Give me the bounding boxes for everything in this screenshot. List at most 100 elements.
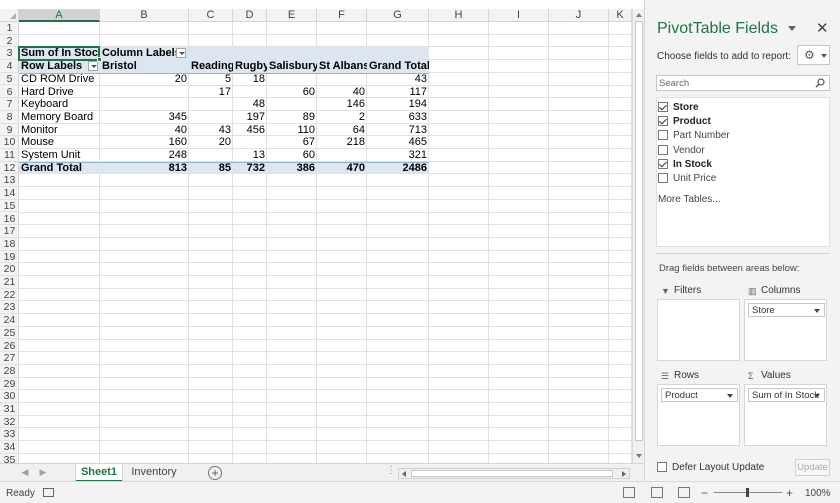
row-header[interactable]: 15 xyxy=(0,200,19,213)
row-header[interactable]: 32 xyxy=(0,416,19,429)
row-header[interactable]: 5 xyxy=(0,73,19,86)
pivot-value-cell[interactable]: 5 xyxy=(189,73,233,86)
row-header[interactable]: 14 xyxy=(0,187,19,200)
column-header[interactable]: J xyxy=(549,9,609,22)
pivot-value-cell[interactable] xyxy=(233,136,267,149)
row-header[interactable]: 8 xyxy=(0,111,19,124)
row-header[interactable]: 10 xyxy=(0,136,19,149)
pivot-row-label[interactable]: Monitor xyxy=(19,124,100,137)
tab-scroll-right-icon[interactable]: ▶ xyxy=(38,467,48,478)
pivot-value-cell[interactable]: 17 xyxy=(189,86,233,99)
pivot-value-cell[interactable] xyxy=(233,86,267,99)
pivot-column-header[interactable]: Bristol xyxy=(100,60,189,73)
horizontal-scroll-thumb[interactable] xyxy=(411,470,613,477)
pivot-column-header[interactable]: Salisbury xyxy=(267,60,317,73)
pivot-column-header[interactable]: Grand Total xyxy=(367,60,429,73)
row-header[interactable]: 34 xyxy=(0,441,19,454)
row-header[interactable]: 30 xyxy=(0,390,19,403)
field-checkbox[interactable] xyxy=(658,173,668,183)
macro-recording-icon[interactable] xyxy=(43,488,54,497)
grand-total-value[interactable]: 85 xyxy=(189,162,233,175)
row-header[interactable]: 3 xyxy=(0,47,19,61)
pivot-value-cell[interactable]: 713 xyxy=(367,124,429,137)
pivot-value-cell[interactable]: 465 xyxy=(367,136,429,149)
row-header[interactable]: 23 xyxy=(0,301,19,315)
pivot-column-header[interactable]: St Albans xyxy=(317,60,367,73)
pivot-value-cell[interactable]: 20 xyxy=(189,136,233,149)
scroll-up-icon[interactable] xyxy=(634,10,644,20)
scroll-right-icon[interactable] xyxy=(620,470,628,478)
chevron-down-icon[interactable] xyxy=(814,309,820,313)
rows-drop-zone[interactable]: Product xyxy=(657,384,740,446)
pivot-value-cell[interactable]: 321 xyxy=(367,149,429,162)
pivot-value-cell[interactable]: 40 xyxy=(100,124,189,137)
row-header[interactable]: 9 xyxy=(0,124,19,137)
field-list-settings-button[interactable]: ⚙ xyxy=(797,45,830,65)
pivot-row-label[interactable]: Keyboard xyxy=(19,98,100,111)
pivot-value-cell[interactable]: 43 xyxy=(367,73,429,86)
field-checkbox[interactable] xyxy=(658,102,668,112)
row-header[interactable]: 21 xyxy=(0,276,19,289)
filters-drop-zone[interactable] xyxy=(657,299,740,361)
select-all-button[interactable] xyxy=(0,9,19,22)
sheet-tab-inventory[interactable]: Inventory xyxy=(126,464,182,482)
search-input[interactable] xyxy=(659,77,811,89)
row-header[interactable]: 31 xyxy=(0,403,19,416)
row-header[interactable]: 35 xyxy=(0,454,19,463)
row-header[interactable]: 28 xyxy=(0,365,19,378)
row-header[interactable]: 13 xyxy=(0,174,19,188)
pivot-value-cell[interactable] xyxy=(317,73,367,86)
pivot-value-cell[interactable]: 20 xyxy=(100,73,189,86)
row-header[interactable]: 17 xyxy=(0,225,19,238)
pivot-value-cell[interactable]: 18 xyxy=(233,73,267,86)
pivot-value-cell[interactable]: 64 xyxy=(317,124,367,137)
pivot-value-cell[interactable] xyxy=(189,149,233,162)
pivot-value-cell[interactable]: 40 xyxy=(317,86,367,99)
pivot-value-cell[interactable]: 48 xyxy=(233,98,267,111)
grand-total-value[interactable]: 813 xyxy=(100,162,189,175)
pivot-value-cell[interactable]: 194 xyxy=(367,98,429,111)
field-item[interactable]: Unit Price xyxy=(658,172,828,185)
pivot-value-cell[interactable]: 117 xyxy=(367,86,429,99)
column-header[interactable]: K xyxy=(609,9,632,22)
row-header[interactable]: 19 xyxy=(0,251,19,264)
values-drop-zone[interactable]: Sum of In Stock xyxy=(744,384,827,446)
field-item[interactable]: In Stock xyxy=(658,158,828,171)
pivot-value-cell[interactable] xyxy=(189,111,233,124)
column-header[interactable]: D xyxy=(233,9,267,22)
scroll-down-icon[interactable] xyxy=(634,451,644,461)
row-header[interactable]: 1 xyxy=(0,22,19,35)
pivot-value-cell[interactable] xyxy=(189,98,233,111)
pane-options-chevron-icon[interactable] xyxy=(788,26,796,31)
pivot-value-cell[interactable]: 13 xyxy=(233,149,267,162)
row-header[interactable]: 27 xyxy=(0,352,19,365)
pivot-row-label[interactable]: Hard Drive xyxy=(19,86,100,99)
pivot-value-cell[interactable]: 160 xyxy=(100,136,189,149)
grand-total-value[interactable]: 470 xyxy=(317,162,367,175)
row-header[interactable]: 24 xyxy=(0,314,19,327)
pivot-value-cell[interactable] xyxy=(100,98,189,111)
fill-handle[interactable] xyxy=(97,57,102,63)
column-header[interactable]: F xyxy=(317,9,367,22)
zoom-slider-knob[interactable] xyxy=(746,488,749,497)
column-header[interactable]: C xyxy=(189,9,233,22)
page-layout-view-icon[interactable] xyxy=(651,487,663,498)
pivot-row-label[interactable]: CD ROM Drive xyxy=(19,73,100,86)
row-header[interactable]: 16 xyxy=(0,213,19,226)
row-labels-filter-icon[interactable] xyxy=(88,61,98,72)
field-checkbox[interactable] xyxy=(658,144,668,155)
column-header[interactable]: A xyxy=(19,9,100,22)
row-header[interactable]: 33 xyxy=(0,428,19,442)
grand-total-value[interactable]: 732 xyxy=(233,162,267,175)
row-header[interactable]: 11 xyxy=(0,149,19,162)
pivot-value-cell[interactable]: 60 xyxy=(267,86,317,99)
field-item[interactable]: Part Number xyxy=(658,129,828,142)
row-header[interactable]: 29 xyxy=(0,378,19,391)
column-header[interactable]: G xyxy=(367,9,429,22)
zoom-out-button[interactable]: − xyxy=(701,486,708,500)
values-field-sum-in-stock[interactable]: Sum of In Stock xyxy=(748,388,825,402)
grand-total-label[interactable]: Grand Total xyxy=(19,162,100,175)
row-header[interactable]: 12 xyxy=(0,162,19,175)
update-button[interactable]: Update xyxy=(795,459,830,476)
pivot-value-cell[interactable]: 60 xyxy=(267,149,317,162)
